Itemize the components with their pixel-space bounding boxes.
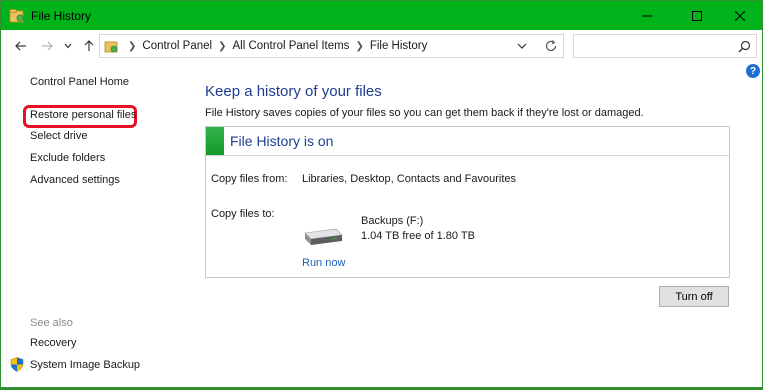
- page-title: Keep a history of your files: [205, 83, 382, 100]
- search-icon[interactable]: [738, 40, 751, 53]
- page-description: File History saves copies of your files …: [205, 107, 644, 119]
- status-indicator: [206, 127, 224, 155]
- copy-from-value: Libraries, Desktop, Contacts and Favouri…: [302, 173, 516, 185]
- status-title: File History is on: [230, 133, 334, 149]
- file-history-app-icon: [9, 9, 24, 23]
- search-input[interactable]: [578, 38, 728, 54]
- minimize-button[interactable]: [624, 1, 670, 30]
- breadcrumb-separator-icon: ❯: [128, 40, 137, 52]
- refresh-icon[interactable]: [543, 38, 559, 54]
- copy-to-label: Copy files to:: [211, 208, 275, 220]
- file-history-window: File History ❯ Control Panel ❯ All Contr…: [0, 0, 763, 390]
- window-title: File History: [31, 9, 92, 23]
- breadcrumb-item-all-items[interactable]: All Control Panel Items: [232, 40, 349, 52]
- restore-personal-files-link[interactable]: Restore personal files: [30, 109, 136, 121]
- address-row: ❯ Control Panel ❯ All Control Panel Item…: [1, 30, 762, 62]
- advanced-settings-link[interactable]: Advanced settings: [30, 174, 120, 186]
- control-panel-home-link[interactable]: Control Panel Home: [30, 76, 129, 88]
- exclude-folders-link[interactable]: Exclude folders: [30, 152, 105, 164]
- back-button[interactable]: [13, 38, 29, 54]
- drive-free-space: 1.04 TB free of 1.80 TB: [361, 230, 475, 242]
- close-icon: [735, 10, 745, 21]
- arrow-up-icon: [84, 40, 94, 51]
- breadcrumb-separator-icon[interactable]: ❯: [218, 41, 226, 52]
- status-panel-header: File History is on: [206, 127, 729, 156]
- maximize-button[interactable]: [674, 1, 720, 30]
- search-box[interactable]: [573, 34, 757, 58]
- address-box[interactable]: ❯ Control Panel ❯ All Control Panel Item…: [99, 34, 564, 58]
- minimize-icon: [642, 15, 652, 16]
- maximize-icon: [692, 10, 702, 21]
- address-dropdown-icon[interactable]: [516, 40, 528, 52]
- shield-icon: [10, 357, 24, 372]
- copy-from-label: Copy files from:: [211, 173, 288, 185]
- see-also-heading: See also: [30, 317, 73, 329]
- status-panel: File History is on Copy files from: Libr…: [205, 126, 730, 278]
- window-bottom-border: [1, 387, 762, 389]
- breadcrumb-item-file-history[interactable]: File History: [370, 40, 428, 52]
- drive-icon: [304, 228, 343, 245]
- control-panel-icon: [104, 41, 118, 53]
- left-navigation-pane: Control Panel Home Restore personal file…: [1, 62, 191, 389]
- up-button[interactable]: [81, 38, 97, 54]
- turn-off-button[interactable]: Turn off: [659, 286, 729, 307]
- forward-button[interactable]: [39, 38, 55, 54]
- help-button[interactable]: ?: [746, 64, 760, 78]
- breadcrumb-separator-icon[interactable]: ❯: [355, 41, 363, 52]
- select-drive-link[interactable]: Select drive: [30, 130, 87, 142]
- drive-name: Backups (F:): [361, 215, 424, 227]
- arrow-left-icon: [15, 41, 26, 51]
- title-bar: File History: [1, 1, 762, 30]
- breadcrumb-item-control-panel[interactable]: Control Panel: [142, 40, 212, 52]
- recent-locations-button[interactable]: [63, 38, 73, 54]
- recovery-link[interactable]: Recovery: [30, 337, 76, 349]
- chevron-down-icon: [64, 43, 72, 49]
- arrow-right-icon: [42, 41, 53, 51]
- run-now-link[interactable]: Run now: [302, 257, 345, 269]
- breadcrumb: ❯ Control Panel ❯ All Control Panel Item…: [122, 35, 427, 57]
- close-button[interactable]: [717, 1, 762, 30]
- system-image-backup-link[interactable]: System Image Backup: [30, 359, 140, 371]
